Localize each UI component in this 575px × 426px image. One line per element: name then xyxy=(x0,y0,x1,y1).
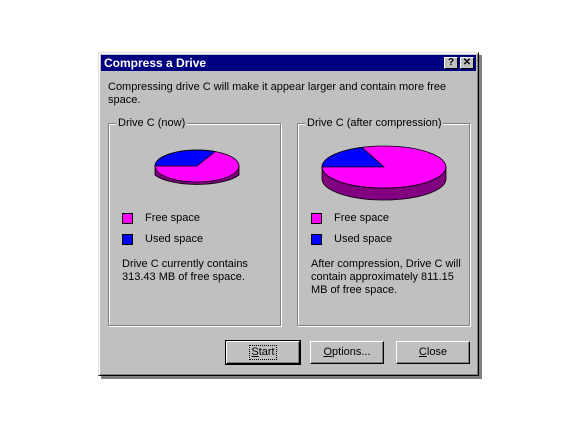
drive-now-pie-chart xyxy=(154,149,240,185)
start-button[interactable]: Start xyxy=(225,340,301,365)
description-text: Compressing drive C will make it appear … xyxy=(108,81,447,106)
help-button[interactable]: ? xyxy=(444,57,458,69)
free-space-swatch xyxy=(311,213,322,224)
close-button-label: Close xyxy=(418,346,448,358)
drive-after-group-label: Drive C (after compression) xyxy=(305,116,444,130)
drive-now-group: Drive C (now) Free space Used space Driv… xyxy=(108,116,281,326)
used-space-swatch xyxy=(311,234,322,245)
drive-now-info: Drive C currently contains 313.43 MB of … xyxy=(122,258,248,283)
drive-after-group: Drive C (after compression) Free space U… xyxy=(297,116,470,326)
free-space-swatch xyxy=(122,213,133,224)
window-title: Compress a Drive xyxy=(104,56,207,70)
options-button[interactable]: Options... xyxy=(310,341,384,364)
used-space-swatch xyxy=(122,234,133,245)
drive-after-info: After compression, Drive C will contain … xyxy=(311,258,461,296)
title-bar[interactable]: Compress a Drive ? ✕ xyxy=(101,55,476,71)
start-button-label: Start xyxy=(249,345,277,360)
drive-after-pie-chart xyxy=(321,145,447,201)
close-button[interactable]: Close xyxy=(396,341,470,364)
legend-used-label: Used space xyxy=(334,233,393,245)
options-button-label: Options... xyxy=(323,346,371,358)
legend-free-label: Free space xyxy=(145,212,201,224)
close-window-button[interactable]: ✕ xyxy=(460,57,474,69)
compress-drive-dialog: Compress a Drive ? ✕ Compressing drive C… xyxy=(98,52,479,376)
legend-free-label: Free space xyxy=(334,212,390,224)
drive-now-group-label: Drive C (now) xyxy=(116,116,188,130)
legend-used-label: Used space xyxy=(145,233,204,245)
